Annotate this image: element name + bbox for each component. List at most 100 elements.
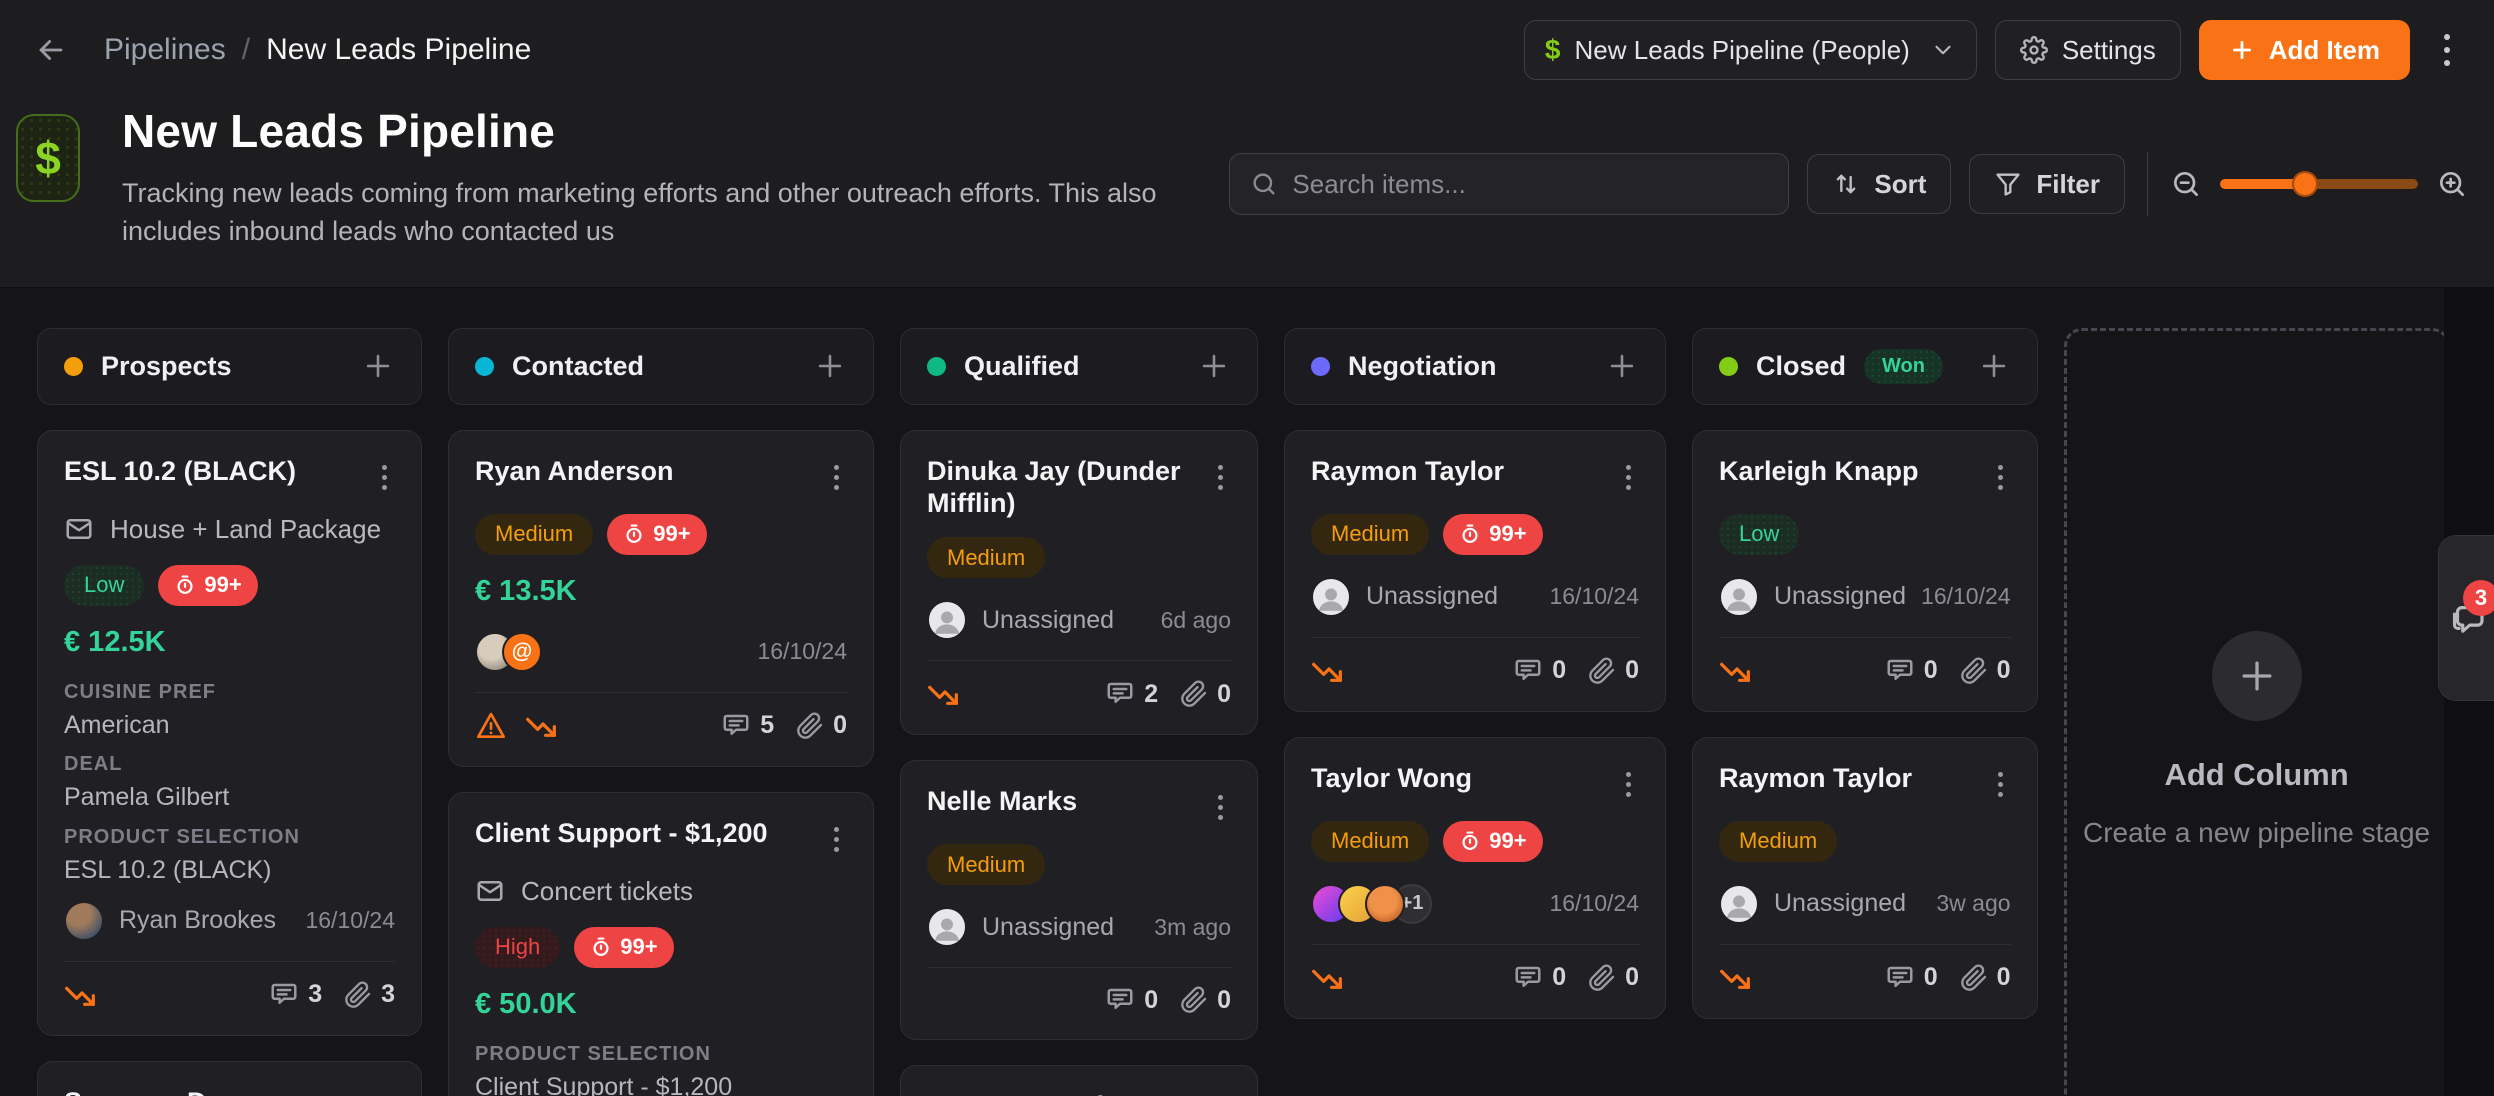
field-value: Client Support - $1,200 [475,1073,847,1096]
card-title: ESL 10.2 (BLACK) [64,455,296,487]
trending-down-icon [1719,655,1751,687]
card-menu-button[interactable] [826,821,847,858]
attachment-count-value: 3 [381,980,395,1009]
card[interactable]: Nelle MarksMediumUnassigned3m ago00 [900,760,1258,1040]
filter-button[interactable]: Filter [1969,154,2125,214]
card[interactable]: Raymon Taylor Medium Unassigned3w ago 00 [1692,737,2038,1019]
card-title: Support Services [927,1090,1149,1096]
zoom-slider[interactable] [2220,179,2418,189]
card[interactable]: Dinuka Jay (Dunder Mifflin)MediumUnassig… [900,430,1258,736]
zoom-slider-thumb[interactable] [2292,171,2318,197]
comment-count[interactable]: 3 [269,980,322,1010]
card[interactable]: Ryan AndersonMedium99+€ 13.5K@16/10/2450 [448,430,874,767]
card[interactable]: Karleigh KnappLowUnassigned16/10/2400 [1692,430,2038,712]
priority-badge: Medium [1311,821,1429,862]
overdue-badge: 99+ [607,514,706,555]
comment-count-value: 0 [1552,963,1566,992]
avatar-stack [1311,577,1351,617]
card[interactable]: Raymon TaylorMedium99+Unassigned16/10/24… [1284,430,1666,712]
attachment-count[interactable]: 0 [1588,656,1639,685]
card-head: Raymon Taylor [1719,762,2011,803]
footer-counts: 33 [269,980,395,1010]
assignee-name: Unassigned [1774,582,1906,611]
card-menu-button[interactable] [1618,766,1639,803]
zoom-in-icon[interactable] [2436,168,2468,200]
add-card-button[interactable] [1605,349,1639,383]
card[interactable]: ESL 10.2 (BLACK)House + Land PackageLow9… [37,430,422,1036]
card-date: 3m ago [1154,914,1231,941]
card-menu-button[interactable] [374,1090,395,1096]
comment-count[interactable]: 0 [1885,963,1938,993]
card-head: Seymour Duncan [64,1086,395,1096]
card[interactable]: Taylor WongMedium99++116/10/2400 [1284,737,1666,1019]
settings-button[interactable]: Settings [1995,20,2181,80]
column-prospects: ProspectsESL 10.2 (BLACK)House + Land Pa… [37,328,422,1096]
card[interactable]: Support ServicesLow99+€ 4.0KDEAL [900,1065,1258,1096]
card-menu-button[interactable] [1210,789,1231,826]
trending-down-icon [1719,962,1751,994]
attachment-count[interactable]: 0 [1960,656,2011,685]
attachment-count[interactable]: 3 [344,980,395,1009]
zoom-out-icon[interactable] [2170,168,2202,200]
card-menu-button[interactable] [1210,459,1231,496]
footer-counts: 00 [1513,656,1639,686]
avatar-unassigned [1311,577,1351,617]
chat-tab[interactable]: 3 [2438,535,2494,701]
comment-count[interactable]: 0 [1513,656,1566,686]
badge-row: Low99+ [64,565,395,606]
breadcrumb-parent[interactable]: Pipelines [104,33,226,67]
sort-button[interactable]: Sort [1807,154,1951,214]
comment-count-value: 3 [308,980,322,1009]
footer-indicators [64,979,96,1011]
card-title: Taylor Wong [1311,762,1472,794]
back-arrow-icon[interactable] [34,33,68,67]
comment-count-value: 0 [1144,986,1158,1015]
attachment-count[interactable]: 0 [1180,986,1231,1015]
add-column-panel[interactable]: Add Column Create a new pipeline stage [2064,328,2450,1096]
comment-count[interactable]: 0 [1105,985,1158,1015]
card-head: Nelle Marks [927,785,1231,826]
add-item-button[interactable]: Add Item [2199,20,2410,80]
column-name: Qualified [964,351,1080,382]
card-title: Ryan Anderson [475,455,674,487]
add-card-button[interactable] [813,349,847,383]
column-contacted: ContactedRyan AndersonMedium99+€ 13.5K@1… [448,328,874,1096]
breadcrumb: Pipelines / New Leads Pipeline [104,33,531,67]
add-column-plus-icon[interactable] [2212,631,2302,721]
board: ProspectsESL 10.2 (BLACK)House + Land Pa… [0,288,2494,1096]
attachment-count[interactable]: 0 [1588,963,1639,992]
overdue-badge: 99+ [1443,821,1542,862]
search-input[interactable] [1292,169,1768,200]
card[interactable]: Seymour DuncanHigh99+ [37,1061,422,1096]
attachment-count[interactable]: 0 [796,711,847,740]
card-menu-button[interactable] [1618,459,1639,496]
attachment-count[interactable]: 0 [1180,680,1231,709]
add-card-button[interactable] [361,349,395,383]
assignee-row: Unassigned3w ago [1719,882,2011,926]
field-label: PRODUCT SELECTION [475,1043,847,1066]
warning-icon [475,710,507,742]
badge-row: Medium [1719,821,2011,862]
comment-count[interactable]: 2 [1105,679,1158,709]
card-menu-button[interactable] [1990,766,2011,803]
overflow-menu-button[interactable] [2434,28,2460,72]
card-menu-button[interactable] [374,459,395,496]
chevron-down-icon [1930,37,1956,63]
pipeline-selector[interactable]: $ New Leads Pipeline (People) [1524,20,1977,80]
card-menu-button[interactable] [1990,459,2011,496]
badge-row: Medium99+ [475,514,847,555]
attachment-count[interactable]: 0 [1960,963,2011,992]
card-footer: 00 [1719,944,2011,994]
comment-count[interactable]: 5 [721,711,774,741]
card[interactable]: Client Support - $1,200Concert ticketsHi… [448,792,874,1096]
add-card-button[interactable] [1197,349,1231,383]
card-title: Karleigh Knapp [1719,455,1919,487]
sort-icon [1832,170,1860,198]
card-menu-button[interactable] [826,459,847,496]
comment-count[interactable]: 0 [1513,963,1566,993]
paperclip-icon [1588,964,1616,992]
comment-count[interactable]: 0 [1885,656,1938,686]
stopwatch-icon [623,523,645,545]
add-card-button[interactable] [1977,349,2011,383]
filter-label: Filter [2036,169,2100,200]
